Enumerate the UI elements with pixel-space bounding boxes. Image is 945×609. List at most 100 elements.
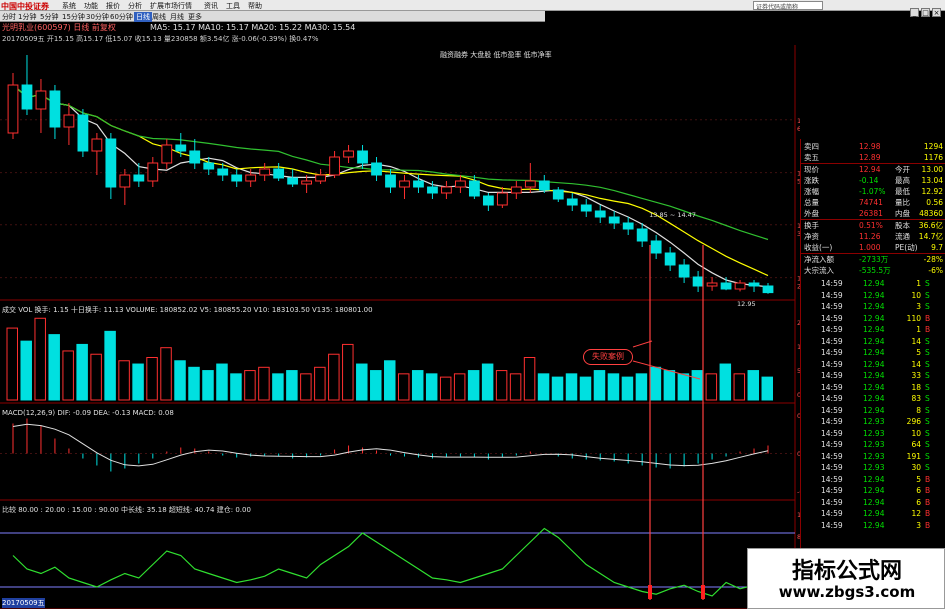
quote-label-2: 最高 — [895, 176, 910, 185]
quote-label: 净资 — [804, 232, 819, 241]
quote-value-2: 0.56 — [926, 198, 943, 207]
tick-price: 12.93 — [863, 417, 885, 426]
volume-bar — [132, 363, 144, 401]
tick-price: 12.94 — [863, 394, 885, 403]
candle-body — [259, 168, 271, 176]
candle-body — [385, 174, 396, 188]
watermark-title: 指标公式网 — [791, 559, 902, 584]
tick-row: 14:59 12.94 3 S — [801, 301, 945, 312]
volume-bar — [230, 373, 242, 401]
tick-volume: 12 — [911, 509, 921, 518]
stock-title: 光明乳业(600597) 日线 前复权 — [2, 23, 116, 32]
menu-item-tools[interactable]: 工具 — [226, 1, 240, 11]
menu-item-quote[interactable]: 报价 — [106, 1, 120, 11]
quote-row: 换手 0.51% 股本 36.6亿 — [801, 220, 945, 231]
period-weekly[interactable]: 周线 — [152, 12, 166, 22]
tick-price: 12.94 — [863, 474, 885, 484]
quote-value: 12.94 — [859, 165, 881, 174]
candle-body — [147, 162, 159, 182]
period-1min[interactable]: 1分钟 — [18, 12, 36, 22]
quote-label-2: 股本 — [895, 221, 910, 230]
tick-price: 12.93 — [863, 463, 885, 472]
candle-body — [678, 264, 690, 278]
tick-time: 14:59 — [821, 417, 843, 426]
minimize-button[interactable]: _ — [910, 8, 919, 17]
quote-label: 外盘 — [804, 209, 819, 218]
quote-label-2: 量比 — [895, 198, 910, 207]
volume-label: 成交 VOL 换手: 1.15 十日换手: 11.13 VOLUME: 1808… — [2, 306, 373, 314]
quote-label: 净流入额 — [804, 255, 834, 264]
range-marker: 13.85 ~ 14.47 — [649, 211, 696, 219]
volume-bar — [342, 343, 354, 401]
period-monthly[interactable]: 月线 — [170, 12, 184, 22]
tick-volume: 8 — [916, 405, 921, 415]
close-button[interactable]: × — [932, 8, 941, 17]
quote-row: 卖五 12.89 1176 — [801, 152, 945, 163]
candle-body — [734, 282, 746, 290]
quote-value: 12.98 — [859, 142, 881, 151]
volume-bar — [300, 373, 312, 401]
period-daily[interactable]: 日线 — [134, 12, 152, 22]
tick-volume: 3 — [916, 302, 921, 311]
tick-time: 14:59 — [821, 325, 843, 334]
period-30min[interactable]: 30分钟 — [86, 12, 109, 22]
maximize-button[interactable]: □ — [921, 8, 930, 17]
candle-body — [189, 150, 201, 164]
candle-body — [161, 144, 173, 164]
signal-spike-1 — [701, 585, 705, 599]
kline-chart[interactable]: 15.8214.9414.0713.1961.8%50.0%38.2%23.6%… — [0, 45, 800, 609]
tick-price: 12.93 — [863, 428, 885, 438]
search-input[interactable]: 证券代码或简称 — [753, 1, 823, 11]
menu-item-help[interactable]: 帮助 — [248, 1, 262, 11]
tick-time: 14:59 — [821, 382, 843, 392]
volume-bar — [160, 347, 172, 401]
tick-row: 14:59 12.94 6 B — [801, 485, 945, 496]
tick-row: 14:59 12.94 1 S — [801, 278, 945, 289]
tick-time: 14:59 — [821, 336, 843, 346]
tick-price: 12.93 — [863, 451, 885, 461]
tick-volume: 83 — [911, 394, 921, 403]
volume-bar — [48, 334, 60, 401]
tick-price: 12.93 — [863, 440, 885, 449]
period-15min[interactable]: 15分钟 — [62, 12, 85, 22]
candle-body — [650, 240, 662, 254]
volume-bar — [677, 373, 690, 401]
menu-item-system[interactable]: 系统 — [62, 1, 76, 11]
menu-item-extended-market[interactable]: 扩展市场行情 — [150, 1, 192, 11]
tick-direction: B — [925, 486, 931, 495]
menu-item-news[interactable]: 资讯 — [204, 1, 218, 11]
period-60min[interactable]: 60分钟 — [110, 12, 133, 22]
quote-row: 外盘 26381 内盘 48360 — [801, 208, 945, 219]
quote-label-2: PE(动) — [895, 243, 918, 252]
watermark-url: www.zbgs3.com — [778, 583, 916, 601]
candle-body — [49, 90, 61, 128]
tick-direction: B — [925, 313, 931, 323]
quote-value: -535.5万 — [859, 266, 891, 275]
tick-time: 14:59 — [821, 520, 843, 530]
candle-body — [35, 90, 47, 110]
candle-body — [552, 189, 564, 200]
tick-time: 14:59 — [821, 290, 843, 300]
volume-bar — [76, 343, 88, 401]
tick-volume: 1 — [916, 325, 921, 334]
candle-body — [482, 195, 494, 206]
tick-time: 14:59 — [821, 359, 843, 369]
menu-bar: 中国中投证券 系统 功能 报价 分析 扩展市场行情 资讯 工具 帮助 证券代码或… — [0, 0, 945, 17]
tick-price: 12.94 — [863, 359, 885, 369]
menu-item-analysis[interactable]: 分析 — [128, 1, 142, 11]
tick-volume: 5 — [916, 474, 921, 484]
menu-item-function[interactable]: 功能 — [84, 1, 98, 11]
quote-value-2: 1176 — [923, 153, 943, 162]
period-intraday[interactable]: 分时 — [2, 12, 16, 22]
quote-value-2: -28% — [923, 255, 943, 264]
period-5min[interactable]: 5分钟 — [40, 12, 58, 22]
period-more[interactable]: 更多 — [188, 12, 202, 22]
candle-body — [455, 180, 466, 188]
tick-row: 14:59 12.93 191 S — [801, 451, 945, 462]
quote-value-2: 14.7亿 — [918, 232, 943, 241]
candle-body — [343, 150, 354, 158]
tick-volume: 18 — [911, 382, 921, 392]
volume-bar — [439, 376, 452, 401]
candle-body — [692, 276, 704, 287]
tick-price: 12.94 — [863, 509, 885, 518]
